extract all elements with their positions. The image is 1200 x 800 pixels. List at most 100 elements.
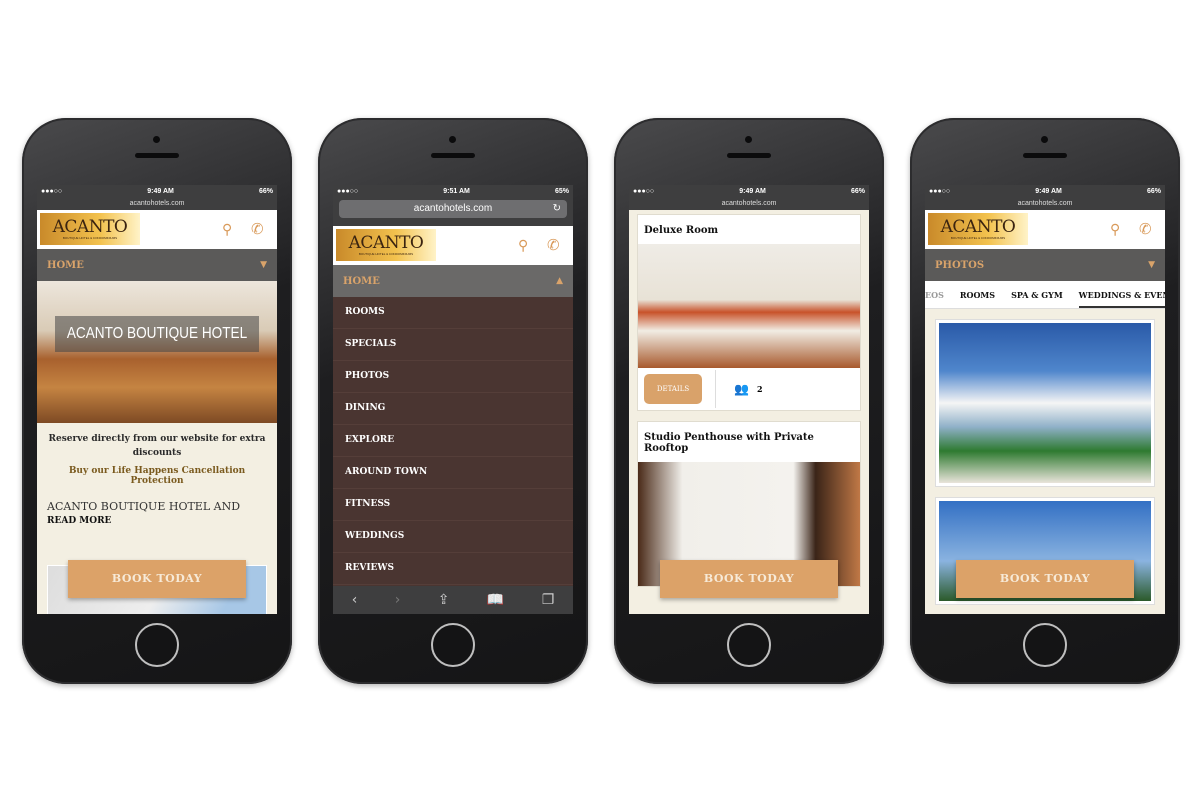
site-header: ACANTO BOUTIQUE HOTEL & CONDOMINIUMS ⚲ ✆ [925,210,1165,249]
room-name: Deluxe Room [644,225,719,236]
screen: ●●●○○ 9:49 AM 66% acantohotels.com ACANTO B… [925,185,1165,614]
menu-item-explore[interactable]: EXPLORE [333,425,573,457]
book-today-button[interactable]: BOOK TODAY [68,560,246,598]
phone-icon[interactable]: ✆ [251,220,264,238]
url-text[interactable]: acantohotels.com [414,203,492,214]
menu-item-specials[interactable]: SPECIALS [333,329,573,361]
url-label[interactable]: acantohotels.com [37,198,277,210]
menu-item-around-town[interactable]: AROUND TOWN [333,457,573,489]
phone-icon[interactable]: ✆ [547,236,560,254]
camera [449,136,456,143]
nav-dropdown[interactable]: HOME ▼ [37,249,277,281]
speaker [135,153,179,158]
nav-label: HOME [47,259,84,271]
status-bar: ●●●○○ 9:49 AM 66% [925,185,1165,198]
screen: ●●●○○ 9:49 AM 66% acantohotels.com ACANTO B… [37,185,277,614]
reload-icon[interactable]: ↻ [553,200,561,218]
menu-item-dining[interactable]: DINING [333,393,573,425]
browser-toolbar: ‹ › ⇪ 📖 ❐ [333,586,573,614]
protection-link[interactable]: Buy our Life Happens Cancellation Protec… [37,460,277,486]
status-bar: ●●●○○ 9:49 AM 66% [629,185,869,198]
read-more-link[interactable]: READ MORE [37,516,277,526]
signal-icon: ●●●○○ [41,188,63,195]
phone-icon[interactable]: ✆ [1139,220,1152,238]
nav-menu: ROOMS SPECIALS PHOTOS DINING EXPLORE ARO… [333,297,573,585]
hero-image: ACANTO BOUTIQUE HOTEL [37,281,277,423]
signal-icon: ●●●○○ [337,188,359,195]
logo[interactable]: ACANTO BOUTIQUE HOTEL & CONDOMINIUMS [40,213,140,245]
address-bar[interactable]: acantohotels.com ↻ [333,198,573,226]
url-label[interactable]: acantohotels.com [925,198,1165,210]
guest-count: 2 [756,384,763,394]
speaker [1023,153,1067,158]
battery: 66% [850,188,865,195]
book-today-button[interactable]: BOOK TODAY [956,560,1134,598]
phone-mockup-home: ●●●○○ 9:49 AM 66% acantohotels.com ACANTO B… [22,118,292,684]
map-pin-icon[interactable]: ⚲ [222,222,232,238]
nav-label: PHOTOS [935,259,985,271]
tab-rooms[interactable]: ROOMS [960,290,995,300]
map-pin-icon[interactable]: ⚲ [1110,222,1120,238]
battery: 66% [1146,188,1161,195]
time: 9:49 AM [739,188,766,195]
logo[interactable]: ACANTO BOUTIQUE HOTEL & CONDOMINIUMS [928,213,1028,245]
status-bar: ●●●○○ 9:51 AM 65% [333,185,573,198]
tabs-icon[interactable]: ❐ [542,592,555,608]
menu-item-fitness[interactable]: FITNESS [333,489,573,521]
details-button[interactable]: DETAILS [644,374,702,404]
book-today-button[interactable]: BOOK TODAY [660,560,838,598]
nav-dropdown[interactable]: HOME ▲ [333,265,573,297]
guests-icon: 👥 [734,382,749,396]
hero-title: ACANTO BOUTIQUE HOTEL [55,316,259,352]
logo[interactable]: ACANTO BOUTIQUE HOTEL & CONDOMINIUMS [336,229,436,261]
home-button [135,623,179,667]
camera [153,136,160,143]
time: 9:49 AM [1035,188,1062,195]
site-header: ACANTO BOUTIQUE HOTEL & CONDOMINIUMS ⚲ ✆ [37,210,277,249]
photo-tabs: EOS ROOMS SPA & GYM WEDDINGS & EVEN [925,281,1165,309]
menu-item-photos[interactable]: PHOTOS [333,361,573,393]
battery: 65% [554,188,569,195]
screen: ●●●○○ 9:49 AM 66% acantohotels.com Deluxe … [629,185,869,614]
time: 9:49 AM [147,188,174,195]
intro-text: ACANTO BOUTIQUE HOTEL AND [47,500,241,513]
nav-dropdown[interactable]: PHOTOS ▼ [925,249,1165,281]
room-image[interactable] [638,244,860,368]
chevron-down-icon: ▼ [1148,260,1155,270]
phone-mockup-rooms: ●●●○○ 9:49 AM 66% acantohotels.com Deluxe … [614,118,884,684]
divider [715,370,716,408]
bookmarks-icon[interactable]: 📖 [487,592,504,608]
home-button [727,623,771,667]
gallery-photo[interactable] [935,319,1155,487]
url-label[interactable]: acantohotels.com [629,198,869,210]
map-pin-icon[interactable]: ⚲ [518,238,528,254]
room-name: Studio Penthouse with Private Rooftop [644,432,814,454]
signal-icon: ●●●○○ [633,188,655,195]
home-button [1023,623,1067,667]
home-button [431,623,475,667]
tab-weddings-events[interactable]: WEDDINGS & EVEN [1078,290,1165,308]
room-card: Deluxe Room DETAILS 👥 2 [637,214,861,411]
nav-label: HOME [343,275,380,287]
menu-item-rooms[interactable]: ROOMS [333,297,573,329]
wedding-photo[interactable] [939,323,1151,483]
camera [1041,136,1048,143]
battery: 66% [258,188,273,195]
menu-item-weddings[interactable]: WEDDINGS [333,521,573,553]
site-header: ACANTO BOUTIQUE HOTEL & CONDOMINIUMS ⚲ ✆ [333,226,573,265]
tab-videos[interactable]: EOS [925,290,944,300]
tab-spa-gym[interactable]: SPA & GYM [1011,290,1063,300]
menu-item-reviews[interactable]: REVIEWS [333,553,573,585]
chevron-up-icon: ▲ [556,276,563,286]
signal-icon: ●●●○○ [929,188,951,195]
phone-mockup-menu: ●●●○○ 9:51 AM 65% acantohotels.com ↻ ACANTO… [318,118,588,684]
camera [745,136,752,143]
status-bar: ●●●○○ 9:49 AM 66% [37,185,277,198]
speaker [431,153,475,158]
back-icon[interactable]: ‹ [352,592,358,608]
time: 9:51 AM [443,188,470,195]
forward-icon[interactable]: › [395,592,401,608]
share-icon[interactable]: ⇪ [438,592,450,608]
phone-mockup-photos: ●●●○○ 9:49 AM 66% acantohotels.com ACANTO B… [910,118,1180,684]
speaker [727,153,771,158]
